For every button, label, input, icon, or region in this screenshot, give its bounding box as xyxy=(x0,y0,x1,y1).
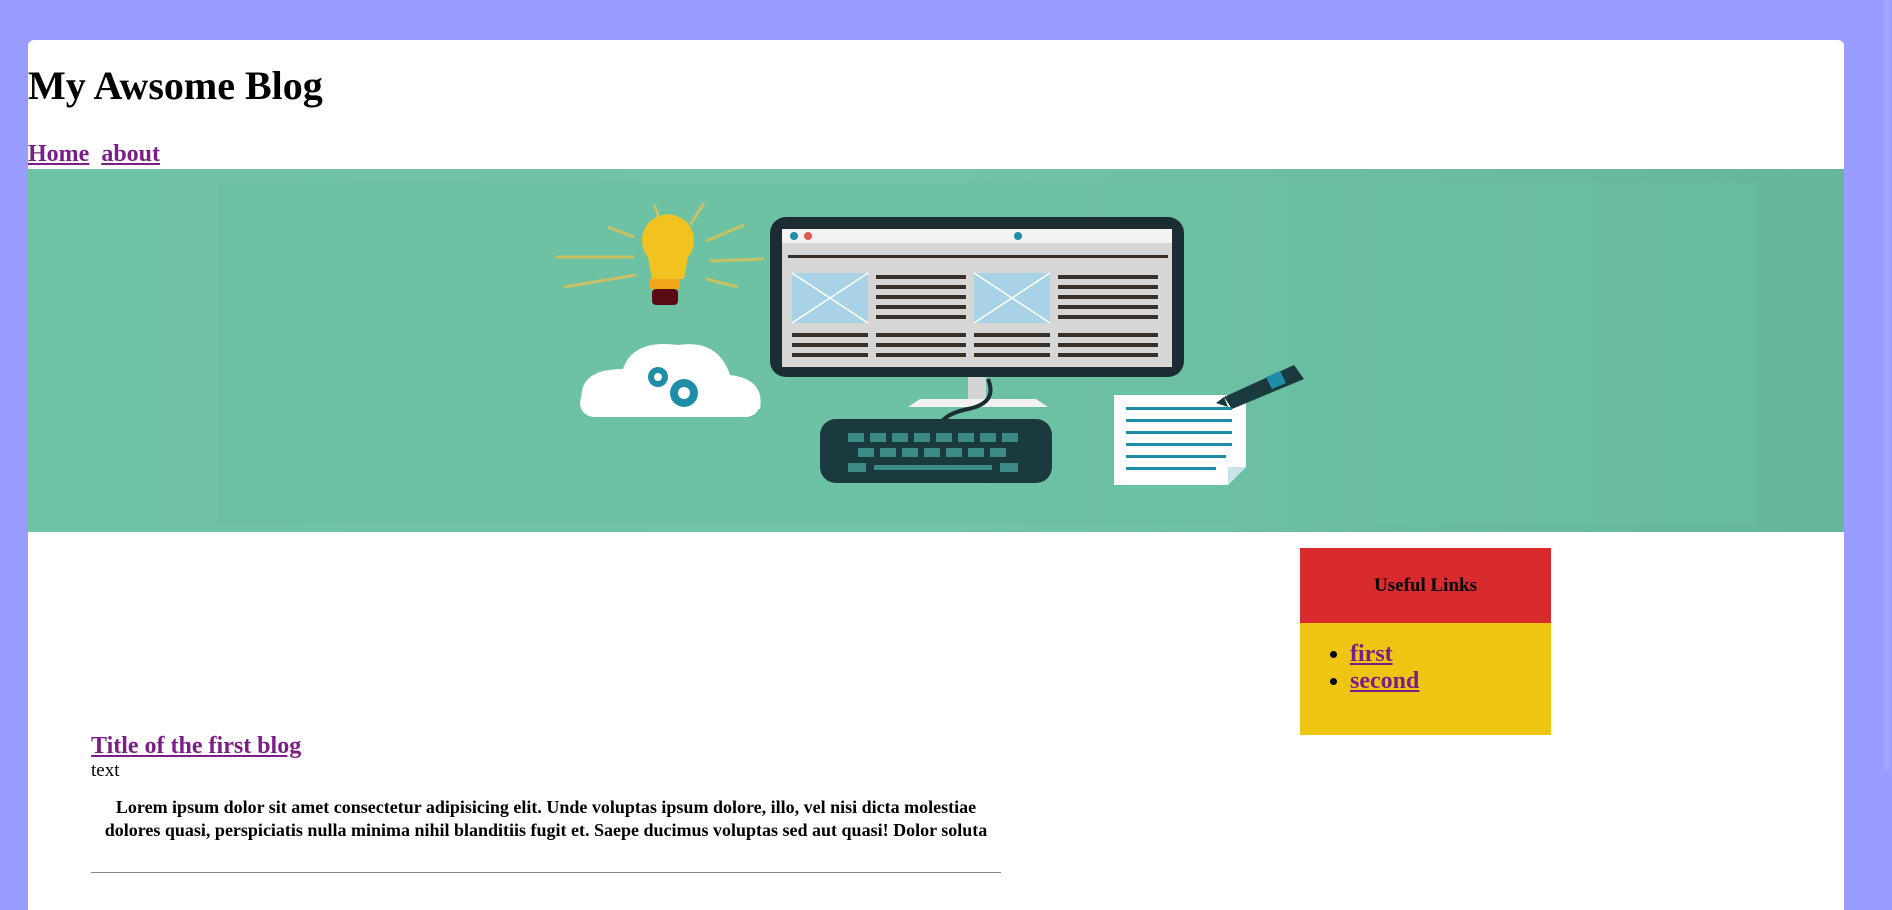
link-second[interactable]: second xyxy=(1350,668,1419,694)
post-title-link[interactable]: Title of the first blog xyxy=(91,734,301,758)
link-first[interactable]: first xyxy=(1350,641,1393,667)
nav-link-home[interactable]: Home xyxy=(28,141,89,167)
scrollbar-thumb[interactable] xyxy=(1884,0,1890,770)
list-item: second xyxy=(1350,668,1551,695)
post-subtitle: text xyxy=(91,760,120,781)
useful-links-header: Useful Links xyxy=(1300,548,1551,623)
main-nav: Home about xyxy=(28,142,166,166)
blog-post: Title of the first blog text Lorem ipsum… xyxy=(91,734,1001,881)
useful-links-list: first second xyxy=(1300,641,1551,695)
nav-link-about[interactable]: about xyxy=(101,141,160,167)
page-scrollbar[interactable] xyxy=(1880,0,1892,896)
post-body: Lorem ipsum dolor sit amet consectetur a… xyxy=(104,797,988,840)
post-divider xyxy=(91,872,1001,873)
useful-links-body: first second xyxy=(1300,623,1551,735)
list-item: first xyxy=(1350,641,1551,668)
hero-banner xyxy=(28,169,1844,532)
page-container: My Awsome Blog Home about Useful Links •… xyxy=(28,40,1844,910)
useful-links-panel: Useful Links first second xyxy=(1300,548,1551,735)
keyboard-icon xyxy=(820,419,1052,483)
site-title: My Awsome Blog xyxy=(28,63,323,108)
